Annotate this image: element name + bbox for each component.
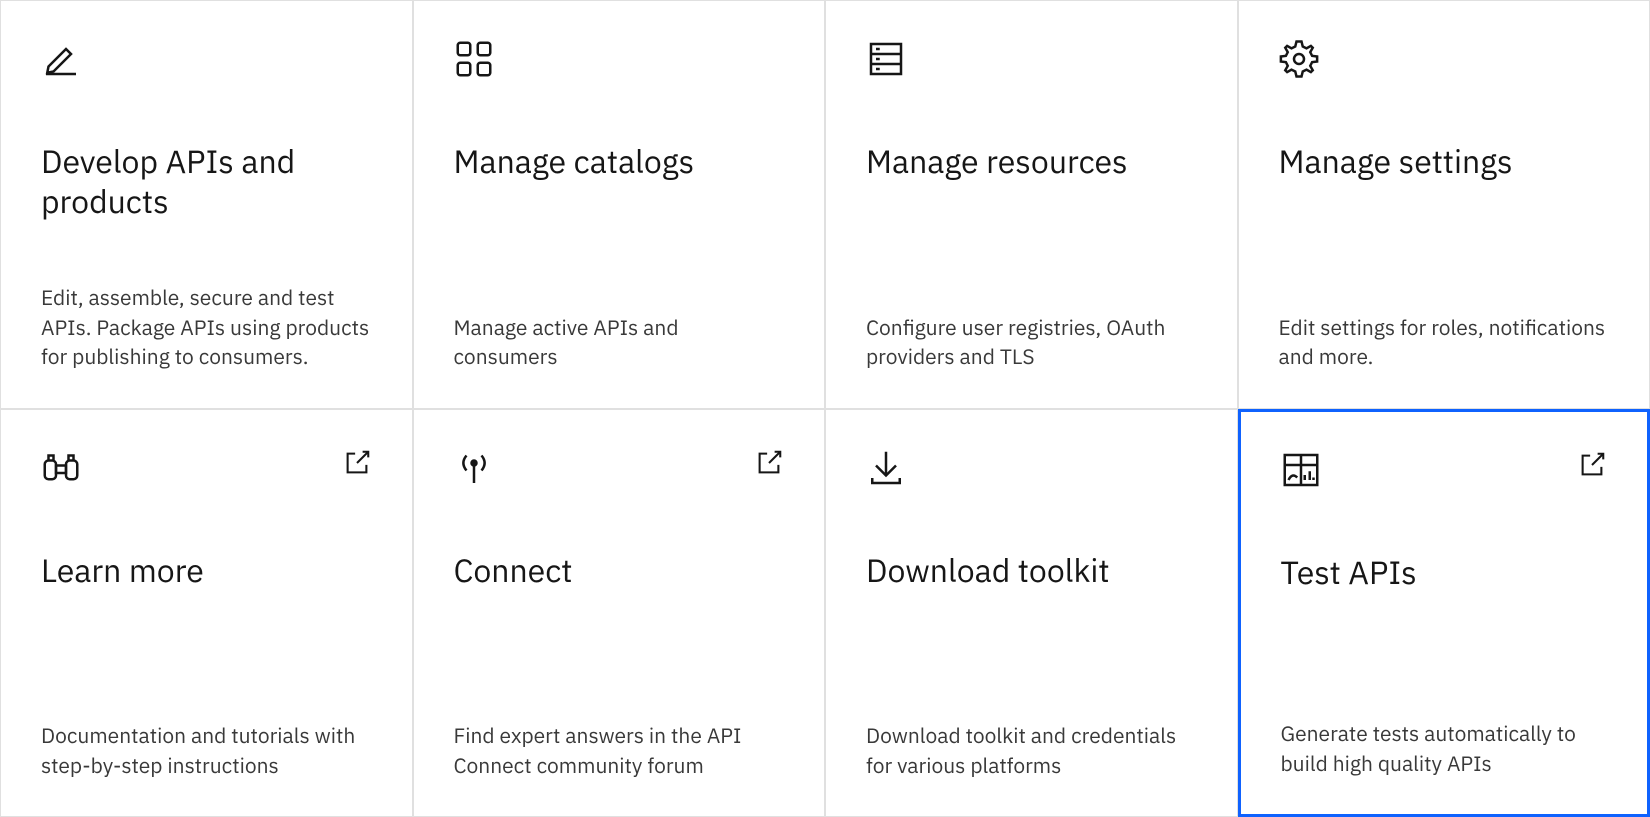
card-title: Connect — [454, 550, 785, 590]
card-description: Edit, assemble, secure and test APIs. Pa… — [41, 263, 372, 371]
antenna-icon — [454, 448, 494, 493]
card-manage-catalogs[interactable]: Manage catalogs Manage active APIs and c… — [413, 0, 826, 409]
card-develop-apis[interactable]: Develop APIs and products Edit, assemble… — [0, 0, 413, 409]
card-title: Manage resources — [866, 141, 1197, 181]
card-manage-settings[interactable]: Manage settings Edit settings for roles,… — [1238, 0, 1650, 409]
card-description: Configure user registries, OAuth provide… — [866, 293, 1197, 372]
card-test-apis[interactable]: Test APIs Generate tests automatically t… — [1238, 409, 1650, 817]
card-learn-more[interactable]: Learn more Documentation and tutorials w… — [0, 409, 413, 817]
card-manage-resources[interactable]: Manage resources Configure user registri… — [825, 0, 1238, 409]
card-title: Test APIs — [1281, 552, 1608, 592]
card-connect[interactable]: Connect Find expert answers in the API C… — [413, 409, 826, 817]
gear-icon — [1279, 39, 1319, 84]
launch-icon — [1577, 450, 1607, 485]
launch-icon — [754, 448, 784, 483]
server-icon — [866, 39, 906, 84]
card-description: Documentation and tutorials with step-by… — [41, 701, 372, 780]
edit-icon — [41, 39, 81, 84]
card-description: Generate tests automatically to build hi… — [1281, 699, 1608, 778]
download-icon — [866, 448, 906, 493]
card-description: Manage active APIs and consumers — [454, 293, 785, 372]
binoculars-icon — [41, 448, 81, 493]
card-description: Download toolkit and credentials for var… — [866, 701, 1197, 780]
card-download-toolkit[interactable]: Download toolkit Download toolkit and cr… — [825, 409, 1238, 817]
card-title: Learn more — [41, 550, 372, 590]
launch-icon — [342, 448, 372, 483]
apps-grid-icon — [454, 39, 494, 84]
card-description: Edit settings for roles, notifications a… — [1279, 293, 1610, 372]
card-grid: Develop APIs and products Edit, assemble… — [0, 0, 1650, 817]
card-description: Find expert answers in the API Connect c… — [454, 701, 785, 780]
card-title: Download toolkit — [866, 550, 1197, 590]
card-title: Develop APIs and products — [41, 141, 372, 221]
card-title: Manage settings — [1279, 141, 1610, 181]
dashboard-icon — [1281, 450, 1321, 495]
card-title: Manage catalogs — [454, 141, 785, 181]
